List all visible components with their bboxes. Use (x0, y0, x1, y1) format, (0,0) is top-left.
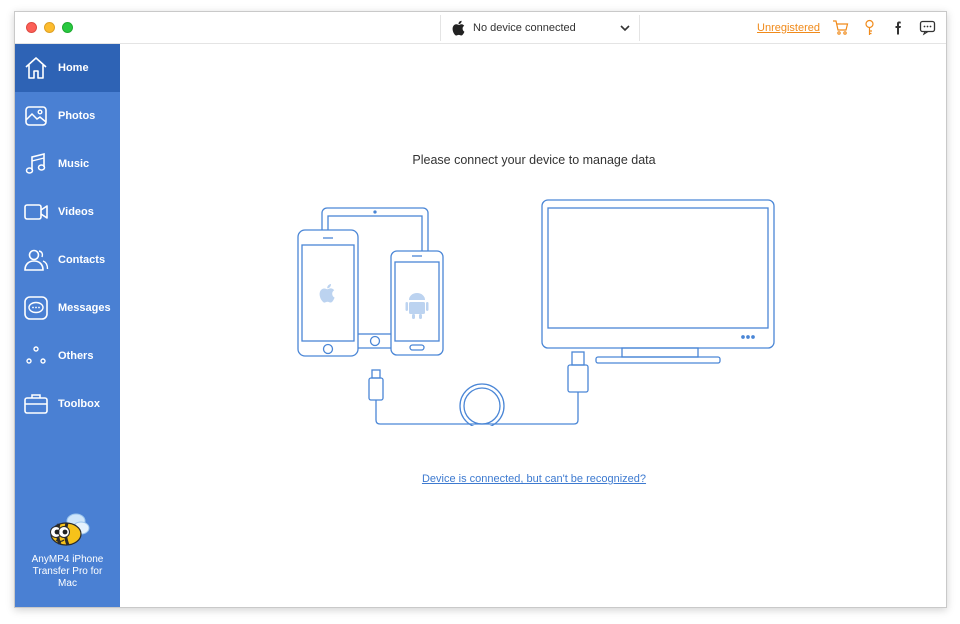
sidebar-item-label: Contacts (58, 254, 106, 266)
sidebar-item-contacts[interactable]: Contacts (15, 236, 120, 284)
main-content: Please connect your device to manage dat… (120, 44, 946, 607)
feedback-icon[interactable] (919, 19, 936, 36)
android-phone-icon (390, 250, 444, 356)
window-controls (26, 22, 73, 33)
others-icon (26, 346, 46, 364)
sidebar-item-label: Photos (58, 110, 96, 122)
sidebar-item-videos[interactable]: Videos (15, 188, 120, 236)
monitor-icon (541, 199, 775, 364)
app-window: No device connected Unregistered Home Ph… (14, 11, 947, 608)
top-right-toolbar: Unregistered (757, 19, 936, 36)
connect-device-illustration (297, 199, 775, 426)
sidebar-item-messages[interactable]: Messages (15, 284, 120, 332)
device-selector[interactable]: No device connected (440, 15, 640, 41)
brand-name: AnyMP4 iPhone Transfer Pro for Mac (31, 554, 104, 589)
chevron-down-icon (620, 25, 630, 32)
zoom-window-button[interactable] (62, 22, 73, 33)
close-window-button[interactable] (26, 22, 37, 33)
sidebar-item-label: Others (58, 350, 94, 362)
bee-logo (49, 513, 89, 546)
device-selector-label: No device connected (473, 22, 576, 34)
cart-icon[interactable] (832, 19, 849, 36)
iphone-icon (297, 229, 359, 357)
connect-prompt: Please connect your device to manage dat… (412, 153, 656, 167)
sidebar: Home Photos Music Videos Contacts Messag… (15, 44, 120, 607)
sidebar-item-music[interactable]: Music (15, 140, 120, 188)
sidebar-item-label: Home (58, 62, 89, 74)
facebook-icon[interactable] (890, 19, 907, 36)
sidebar-item-label: Messages (58, 302, 111, 314)
contacts-icon (24, 249, 49, 271)
toolbox-icon (24, 394, 48, 414)
sidebar-item-home[interactable]: Home (15, 44, 120, 92)
photos-icon (25, 106, 47, 126)
music-icon (25, 152, 46, 174)
title-bar: No device connected Unregistered (15, 12, 946, 44)
videos-icon (24, 204, 48, 220)
apple-icon (452, 20, 465, 36)
sidebar-item-label: Videos (58, 206, 94, 218)
unregistered-link[interactable]: Unregistered (757, 22, 820, 34)
sidebar-item-label: Music (58, 158, 90, 170)
sidebar-item-toolbox[interactable]: Toolbox (15, 380, 120, 428)
minimize-window-button[interactable] (44, 22, 55, 33)
home-icon (25, 57, 47, 79)
sidebar-item-photos[interactable]: Photos (15, 92, 120, 140)
sidebar-item-label: Toolbox (58, 398, 100, 410)
usb-cable-icon (368, 351, 589, 426)
device-not-recognized-link[interactable]: Device is connected, but can't be recogn… (120, 473, 946, 485)
messages-icon (24, 296, 48, 320)
brand-block: AnyMP4 iPhone Transfer Pro for Mac (15, 510, 120, 590)
sidebar-item-others[interactable]: Others (15, 332, 120, 380)
key-icon[interactable] (861, 19, 878, 36)
